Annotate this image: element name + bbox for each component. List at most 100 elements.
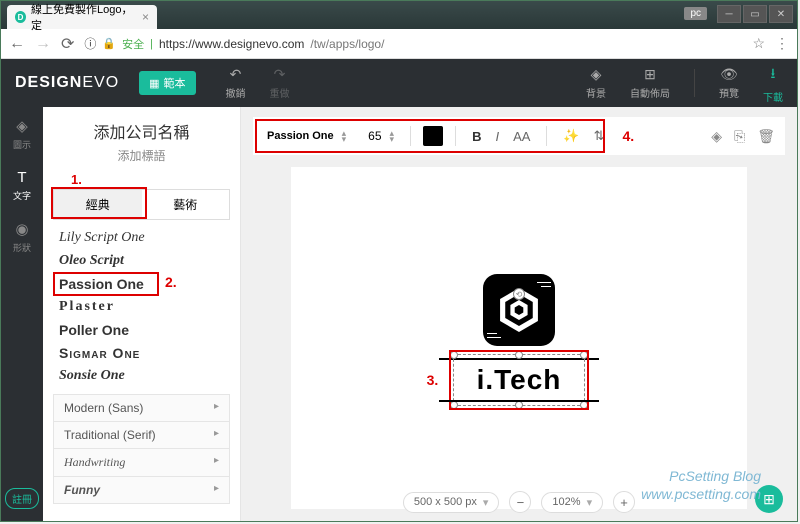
text-icon: T xyxy=(17,169,26,186)
italic-button[interactable]: I xyxy=(491,129,503,144)
preview-button[interactable]: 👁 預覽 xyxy=(719,66,739,100)
selection-box xyxy=(453,354,586,406)
layers-icon[interactable]: ◈ xyxy=(711,128,722,145)
address-bar: ← → ⟳ ⓘ 🔒 安全 | https://www.designevo.com… xyxy=(1,29,797,59)
color-swatch[interactable] xyxy=(423,126,443,146)
tool-text[interactable]: T 文字 xyxy=(13,169,31,202)
left-toolbar: ◈ 圖示 T 文字 ◉ 形狀 註冊 xyxy=(1,107,43,521)
text-toolbar: Passion One ▴▾ 65 ▴▾ B I AA ✨ ⇅ 4. ◈ xyxy=(253,117,785,155)
stepper-icon: ▴▾ xyxy=(390,130,395,142)
chevron-right-icon: ▸ xyxy=(214,401,219,415)
stepper-icon: ▴▾ xyxy=(342,130,347,142)
resize-handle[interactable] xyxy=(450,401,458,409)
forward-button[interactable]: → xyxy=(35,35,51,53)
back-button[interactable]: ← xyxy=(9,35,25,53)
register-button[interactable]: 註冊 xyxy=(5,488,39,509)
cat-handwriting[interactable]: Handwriting▸ xyxy=(53,448,230,476)
tool-icon[interactable]: ◈ 圖示 xyxy=(13,117,31,151)
resize-handle[interactable] xyxy=(515,351,523,359)
undo-button[interactable]: ↶ 撤銷 xyxy=(226,66,246,100)
tab-title: 線上免費製作Logo，定 xyxy=(31,1,134,33)
add-slogan-button[interactable]: 添加標語 xyxy=(53,147,230,164)
annotation-4: 4. xyxy=(623,128,635,144)
font-poller-one[interactable]: Poller One xyxy=(59,322,224,338)
url-host: https://www.designevo.com xyxy=(159,37,304,51)
caps-button[interactable]: AA xyxy=(509,129,534,144)
tab-art[interactable]: 藝術 xyxy=(142,190,230,219)
font-panel: 添加公司名稱 添加標語 1. 經典 藝術 Lily Script One Ole… xyxy=(43,107,241,521)
font-plaster[interactable]: Plaster xyxy=(59,299,224,315)
grid-icon: ▦ xyxy=(149,77,159,90)
tab-close-icon[interactable]: × xyxy=(142,10,149,24)
reload-button[interactable]: ⟳ xyxy=(61,34,74,54)
lock-icon: 🔒 xyxy=(102,37,116,50)
paint-icon: ◈ xyxy=(591,66,602,83)
logo-text-block[interactable]: ⟲ 3. i.Tech xyxy=(459,358,580,402)
font-size-select[interactable]: 65 ▴▾ xyxy=(356,129,398,143)
grid-toggle-button[interactable]: ⊞ xyxy=(755,485,783,513)
download-icon: ⭳ xyxy=(771,63,776,87)
canvas-area: Passion One ▴▾ 65 ▴▾ B I AA ✨ ⇅ 4. ◈ xyxy=(241,107,797,521)
spacing-button[interactable]: ⇅ xyxy=(590,128,609,144)
info-icon: ⓘ xyxy=(84,35,96,52)
resize-handle[interactable] xyxy=(515,401,523,409)
layout-icon: ⊞ xyxy=(644,66,656,83)
rotate-handle[interactable]: ⟲ xyxy=(513,288,525,300)
effects-button[interactable]: ✨ xyxy=(559,128,583,144)
cat-modern[interactable]: Modern (Sans)▸ xyxy=(53,394,230,421)
annotation-3: 3. xyxy=(427,372,439,388)
add-company-button[interactable]: 添加公司名稱 xyxy=(53,119,230,143)
font-passion-one[interactable]: Passion One xyxy=(59,276,224,292)
cat-traditional[interactable]: Traditional (Serif)▸ xyxy=(53,421,230,448)
redo-icon: ↷ xyxy=(274,66,286,83)
resize-handle[interactable] xyxy=(580,401,588,409)
browser-tab[interactable]: D 線上免費製作Logo，定 × xyxy=(7,5,157,29)
cat-funny[interactable]: Funny▸ xyxy=(53,476,230,504)
maximize-button[interactable]: ▭ xyxy=(743,5,767,23)
window-titlebar: D 線上免費製作Logo，定 × pc ─ ▭ ✕ xyxy=(1,1,797,29)
font-family-select[interactable]: Passion One ▴▾ xyxy=(263,130,350,142)
delete-icon[interactable]: 🗑 xyxy=(757,128,775,145)
logo-canvas[interactable]: ⟲ 3. i.Tech xyxy=(291,167,747,509)
app-logo: DESIGNEVO xyxy=(15,74,119,92)
chevron-right-icon: ▸ xyxy=(214,483,219,497)
pc-badge: pc xyxy=(684,7,707,20)
resize-handle[interactable] xyxy=(450,351,458,359)
bold-button[interactable]: B xyxy=(468,129,485,144)
undo-icon: ↶ xyxy=(230,66,242,83)
chevron-right-icon: ▸ xyxy=(214,428,219,442)
close-button[interactable]: ✕ xyxy=(769,5,793,23)
tab-favicon-icon: D xyxy=(15,11,26,23)
zoom-level[interactable]: 102%▾ xyxy=(541,492,603,513)
minimize-button[interactable]: ─ xyxy=(717,5,741,23)
background-button[interactable]: ◈ 背景 xyxy=(586,66,606,100)
url-path: /tw/apps/logo/ xyxy=(310,37,384,51)
annotation-2: 2. xyxy=(165,274,177,290)
app-header: DESIGNEVO ▦ 範本 ↶ 撤銷 ↷ 重做 ◈ 背景 ⊞ 自動佈局 xyxy=(1,59,797,107)
download-button[interactable]: ⭳ 下載 xyxy=(763,63,783,104)
template-button[interactable]: ▦ 範本 xyxy=(139,71,195,95)
secure-label: 安全 xyxy=(122,36,144,52)
font-oleo-script[interactable]: Oleo Script xyxy=(59,253,224,269)
shape-icon: ◉ xyxy=(15,220,28,238)
font-sonsie-one[interactable]: Sonsie One xyxy=(59,368,224,384)
font-sigmar-one[interactable]: Sigmar One xyxy=(59,345,224,361)
url-field[interactable]: ⓘ 🔒 安全 | https://www.designevo.com/tw/ap… xyxy=(84,35,742,52)
chevron-right-icon: ▸ xyxy=(214,455,219,470)
font-lily-script[interactable]: Lily Script One xyxy=(59,230,224,246)
logo-graphic[interactable] xyxy=(483,274,555,346)
zoom-out-button[interactable]: − xyxy=(509,491,531,513)
zoom-in-button[interactable]: + xyxy=(613,491,635,513)
canvas-size-select[interactable]: 500 x 500 px▾ xyxy=(403,492,500,513)
tab-classic[interactable]: 經典 xyxy=(54,190,142,219)
star-icon[interactable]: ☆ xyxy=(752,35,765,52)
redo-button[interactable]: ↷ 重做 xyxy=(270,66,290,100)
copy-icon[interactable]: ⎘ xyxy=(734,128,745,145)
menu-icon[interactable]: ⋮ xyxy=(775,35,789,52)
annotation-1: 1. xyxy=(71,172,230,187)
eye-icon: 👁 xyxy=(720,66,738,83)
diamond-icon: ◈ xyxy=(16,117,28,135)
tool-shape[interactable]: ◉ 形狀 xyxy=(13,220,31,254)
bottom-bar: 500 x 500 px▾ − 102%▾ + xyxy=(241,491,797,513)
autolayout-button[interactable]: ⊞ 自動佈局 xyxy=(630,66,670,100)
